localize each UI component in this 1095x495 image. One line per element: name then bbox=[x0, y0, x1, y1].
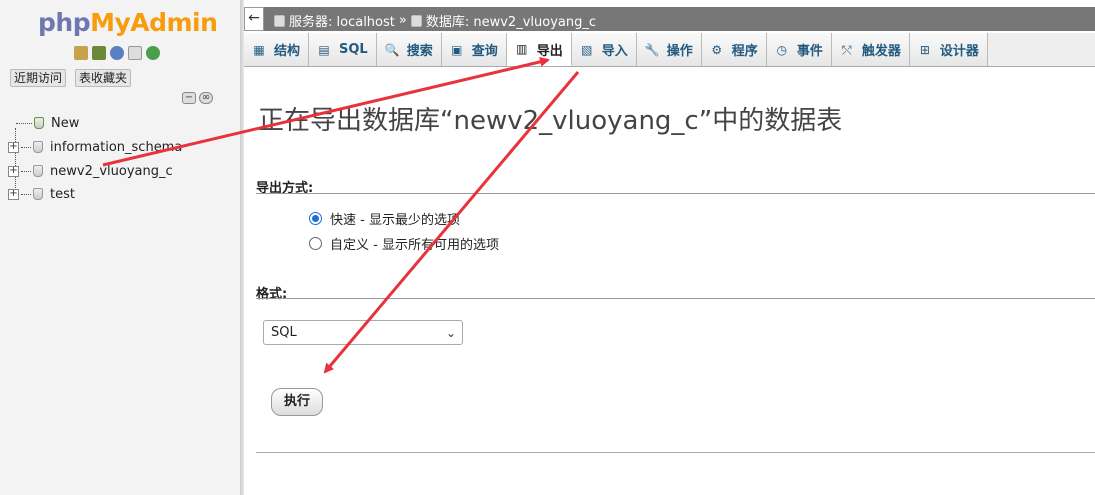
database-icon bbox=[410, 14, 422, 27]
phpmyadmin-logo[interactable]: phpMyAdmin bbox=[38, 8, 218, 37]
method-quick-label: 快速 - 显示最少的选项 bbox=[330, 213, 460, 228]
divider bbox=[256, 298, 1095, 299]
breadcrumb-separator: » bbox=[398, 13, 407, 28]
tab-query[interactable]: ▣ 查询 bbox=[441, 33, 507, 66]
breadcrumb-database[interactable]: 数据库: newv2_vluoyang_c bbox=[426, 11, 596, 30]
tree-item-information-schema[interactable]: + information_schema bbox=[8, 137, 182, 157]
method-custom-option[interactable]: 自定义 - 显示所有可用的选项 bbox=[309, 234, 499, 253]
tab-label: SQL bbox=[339, 42, 368, 57]
triggers-icon: ⤲ bbox=[842, 42, 852, 57]
tree-branch bbox=[21, 170, 31, 172]
export-icon: ▥ bbox=[516, 42, 528, 56]
tree-item-test[interactable]: + test bbox=[8, 184, 75, 204]
favorites-button[interactable]: 表收藏夹 bbox=[75, 69, 132, 87]
designer-icon: ⊞ bbox=[919, 42, 930, 57]
tab-label: 导入 bbox=[601, 44, 628, 59]
tab-label: 结构 bbox=[274, 44, 301, 59]
events-icon: ◷ bbox=[776, 42, 788, 57]
tab-triggers[interactable]: ⤲ 触发器 bbox=[831, 33, 910, 66]
radio-quick[interactable] bbox=[309, 212, 322, 225]
method-custom-label: 自定义 - 显示所有可用的选项 bbox=[330, 238, 499, 253]
import-icon: ▧ bbox=[581, 42, 593, 57]
home-icon[interactable] bbox=[74, 46, 88, 60]
tab-label: 触发器 bbox=[861, 44, 901, 59]
tree-item-label: information_schema bbox=[50, 139, 183, 155]
query-icon: ▣ bbox=[451, 42, 463, 57]
structure-icon: ▦ bbox=[253, 42, 265, 57]
tree-item-newv2-vluoyang-c[interactable]: + newv2_vluoyang_c bbox=[8, 161, 173, 181]
tab-label: 搜索 bbox=[406, 44, 433, 59]
database-icon bbox=[33, 188, 43, 200]
exit-icon[interactable] bbox=[92, 46, 106, 60]
tree-item-label: newv2_vluoyang_c bbox=[50, 163, 173, 179]
tree-branch bbox=[16, 122, 32, 124]
chevron-down-icon: ⌄ bbox=[445, 326, 456, 340]
search-icon: 🔍 bbox=[384, 42, 400, 57]
tree-controls: − ∞ bbox=[182, 92, 213, 104]
tab-sql[interactable]: ▤ SQL bbox=[309, 33, 377, 66]
tab-designer[interactable]: ⊞ 设计器 bbox=[909, 33, 988, 66]
tab-label: 程序 bbox=[731, 44, 758, 59]
breadcrumb-bar: ← 服务器: localhost » 数据库: newv2_vluoyang_c bbox=[244, 7, 1095, 31]
database-icon bbox=[33, 165, 43, 177]
nav-resize-handle[interactable] bbox=[240, 0, 244, 495]
tab-events[interactable]: ◷ 事件 bbox=[766, 33, 832, 66]
tab-label: 设计器 bbox=[939, 44, 979, 59]
tab-import[interactable]: ▧ 导入 bbox=[571, 33, 637, 66]
navigation-panel: phpMyAdmin 近期访问 表收藏夹 − ∞ New + informati… bbox=[0, 0, 240, 495]
divider bbox=[256, 193, 1095, 194]
tab-routines[interactable]: ⚙ 程序 bbox=[701, 33, 767, 66]
tab-search[interactable]: 🔍 搜索 bbox=[376, 33, 442, 66]
tab-label: 事件 bbox=[796, 44, 823, 59]
tab-label: 查询 bbox=[471, 44, 498, 59]
routines-icon: ⚙ bbox=[711, 42, 723, 57]
tree-branch bbox=[21, 146, 31, 148]
link-icon[interactable]: ∞ bbox=[199, 92, 213, 104]
sql-icon: ▤ bbox=[318, 42, 330, 57]
divider bbox=[256, 452, 1095, 453]
new-db-icon bbox=[34, 117, 44, 129]
method-quick-option[interactable]: 快速 - 显示最少的选项 bbox=[309, 209, 460, 228]
page-title: 正在导出数据库“newv2_vluoyang_c”中的数据表 bbox=[258, 106, 843, 136]
radio-custom[interactable] bbox=[309, 237, 322, 250]
expand-icon[interactable]: + bbox=[8, 165, 19, 177]
tab-label: 操作 bbox=[666, 44, 693, 59]
breadcrumb: 服务器: localhost » 数据库: newv2_vluoyang_c bbox=[274, 11, 596, 30]
wrench-icon: 🔧 bbox=[644, 42, 660, 57]
server-icon bbox=[274, 14, 285, 27]
docs-icon[interactable] bbox=[128, 46, 142, 60]
tree-item-new[interactable]: New bbox=[8, 113, 79, 133]
tab-bar: ▦ 结构 ▤ SQL 🔍 搜索 ▣ 查询 ▥ 导出 ▧ 导入 🔧 操作 ⚙ 程序 ◷ 事件 ⤲ 触发器 ⊞ 设计器 bbox=[244, 33, 1095, 67]
tab-structure[interactable]: ▦ 结构 bbox=[244, 33, 310, 66]
help-icon[interactable] bbox=[110, 46, 124, 60]
collapse-all-icon[interactable]: − bbox=[182, 92, 196, 104]
format-select[interactable]: SQL ⌄ bbox=[263, 320, 463, 345]
logo-myadmin: MyAdmin bbox=[90, 8, 218, 37]
go-button[interactable]: 执行 bbox=[271, 388, 323, 416]
nav-icon-bar bbox=[74, 46, 160, 60]
tab-label: 导出 bbox=[536, 43, 563, 59]
logo-php: php bbox=[38, 8, 91, 37]
app-root: phpMyAdmin 近期访问 表收藏夹 − ∞ New + informati… bbox=[0, 0, 1095, 495]
format-select-value: SQL bbox=[271, 325, 297, 340]
recent-button[interactable]: 近期访问 bbox=[10, 69, 67, 87]
tab-export[interactable]: ▥ 导出 bbox=[506, 33, 572, 66]
tree-item-label: New bbox=[51, 115, 80, 131]
back-arrow-icon[interactable]: ← bbox=[244, 7, 264, 31]
expand-icon[interactable]: + bbox=[8, 141, 19, 153]
database-icon bbox=[33, 141, 43, 153]
tree-branch bbox=[21, 193, 31, 195]
reload-icon[interactable] bbox=[146, 46, 160, 60]
tab-wrench[interactable]: 🔧 操作 bbox=[636, 33, 702, 66]
tree-item-label: test bbox=[50, 186, 75, 202]
breadcrumb-server[interactable]: 服务器: localhost bbox=[289, 11, 395, 30]
format-title: 格式: bbox=[256, 287, 288, 302]
expand-icon[interactable]: + bbox=[8, 188, 19, 200]
